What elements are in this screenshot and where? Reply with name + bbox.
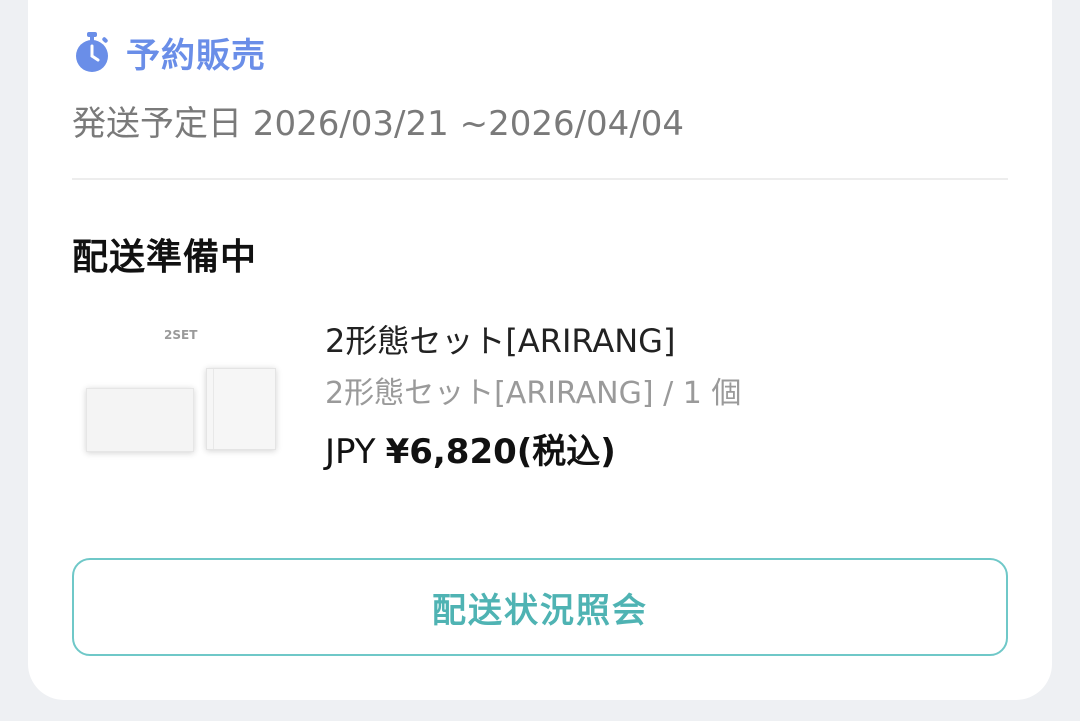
album-version-a-image — [86, 388, 194, 452]
divider — [72, 178, 1008, 180]
stopwatch-icon — [72, 29, 114, 75]
sale-type-label: 予約販売 — [126, 35, 266, 76]
delivery-status-heading: 配送準備中 — [72, 237, 258, 278]
album-version-b-image — [206, 368, 276, 450]
sale-type-row: 予約販売 — [72, 26, 266, 78]
product-option-quantity: 2形態セット[ARIRANG] / 1 個 — [325, 376, 742, 411]
price-amount: ¥6,820(税込) — [385, 432, 616, 472]
thumbnail-caption: 2SET — [164, 328, 198, 342]
shipping-schedule: 発送予定日 2026/03/21 ~2026/04/04 — [72, 104, 685, 144]
track-shipment-label: 配送状況照会 — [432, 590, 648, 631]
track-shipment-button[interactable]: 配送状況照会 — [72, 558, 1008, 656]
product-thumbnail[interactable]: 2SET — [72, 306, 292, 476]
product-name[interactable]: 2形態セット[ARIRANG] — [325, 316, 675, 362]
price-currency: JPY — [325, 432, 376, 472]
price-row: JPY ¥6,820(税込) — [325, 424, 616, 473]
